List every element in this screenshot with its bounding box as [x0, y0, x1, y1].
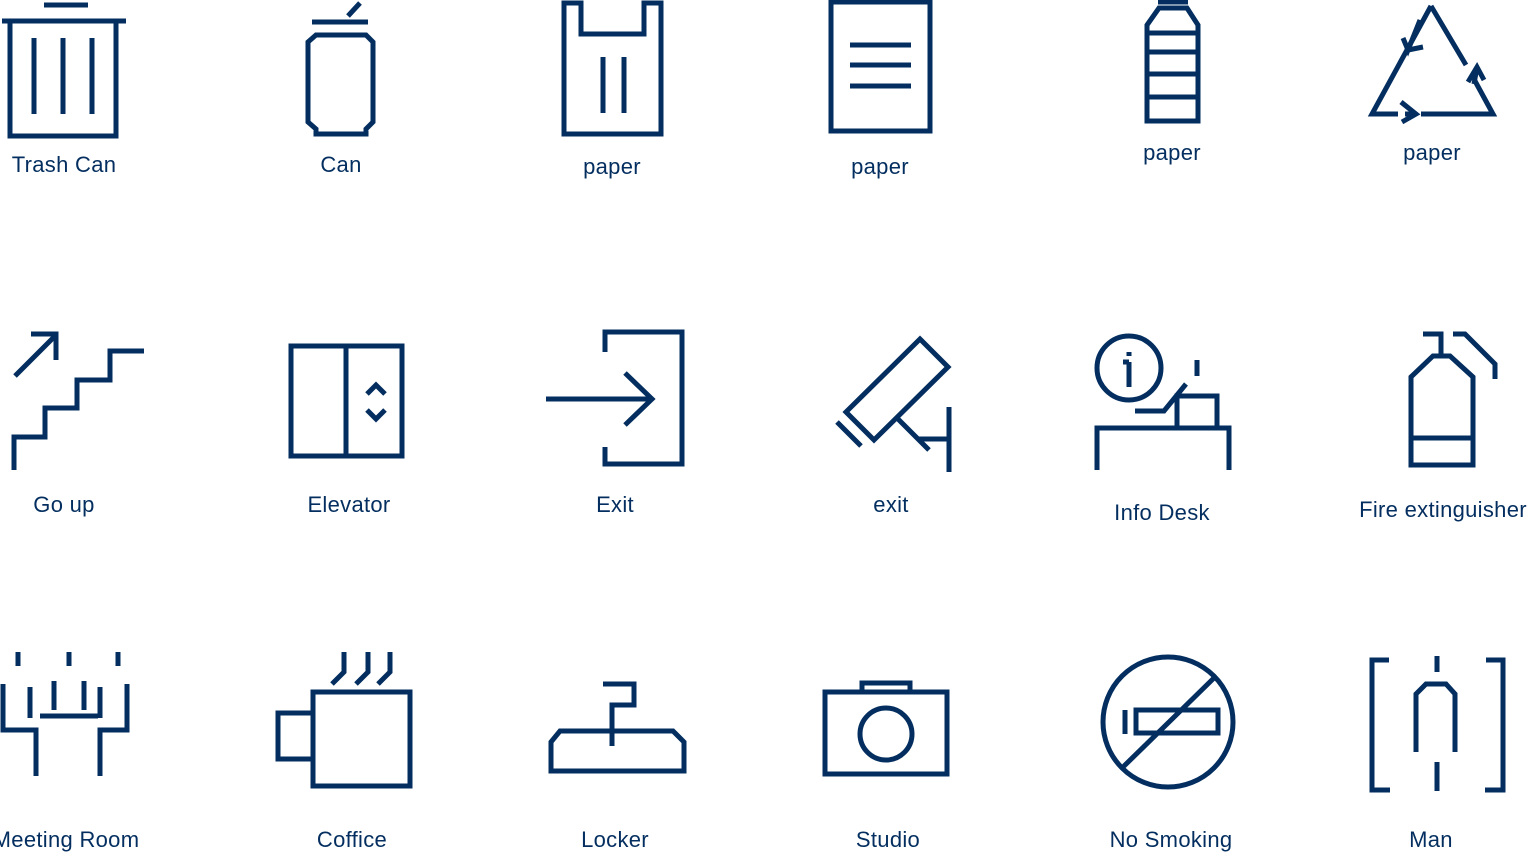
label-go-up: Go up	[33, 492, 95, 517]
label-trash-can: Trash Can	[11, 152, 117, 177]
info-desk-icon	[1094, 333, 1232, 470]
icon-sheet: Trash Can Can paper paper paper paper Go…	[0, 0, 1536, 856]
recycle-icon	[1367, 4, 1498, 125]
label-paper-bag: paper	[583, 154, 641, 179]
label-elevator: Elevator	[307, 492, 391, 517]
stairs-up-icon	[11, 331, 144, 470]
elevator-icon	[288, 343, 405, 459]
plastic-bag-icon	[561, 0, 664, 137]
label-man: Man	[1409, 827, 1453, 852]
label-studio: Studio	[855, 827, 921, 852]
label-fire-extinguisher: Fire extinguisher	[1359, 497, 1527, 522]
exit-arrow-icon	[546, 329, 685, 467]
can-icon	[305, 1, 376, 137]
man-restroom-icon	[1369, 656, 1506, 793]
paper-document-icon	[828, 0, 933, 134]
label-exit: Exit	[596, 492, 634, 517]
security-camera-icon	[835, 335, 952, 472]
label-coffice: Coffice	[316, 827, 388, 852]
label-meeting-room: Meeting Room	[0, 827, 140, 852]
fire-extinguisher-icon	[1408, 331, 1498, 468]
label-info-desk: Info Desk	[1114, 500, 1210, 525]
label-exit-camera: exit	[873, 492, 909, 517]
label-no-smoking: No Smoking	[1109, 827, 1233, 852]
label-can: Can	[320, 152, 362, 177]
icon-set	[0, 0, 1506, 793]
label-paper-bottle: paper	[1143, 140, 1201, 165]
trash-can-icon	[2, 2, 126, 139]
label-paper-recycle: paper	[1403, 140, 1461, 165]
camera-icon	[822, 680, 950, 777]
label-paper-document: paper	[851, 154, 909, 179]
locker-hanger-icon	[548, 681, 687, 774]
coffee-cup-icon	[275, 652, 413, 789]
label-locker: Locker	[581, 827, 649, 852]
bottle-icon	[1144, 0, 1201, 124]
meeting-room-icon	[0, 652, 130, 776]
no-smoking-icon	[1100, 654, 1236, 790]
